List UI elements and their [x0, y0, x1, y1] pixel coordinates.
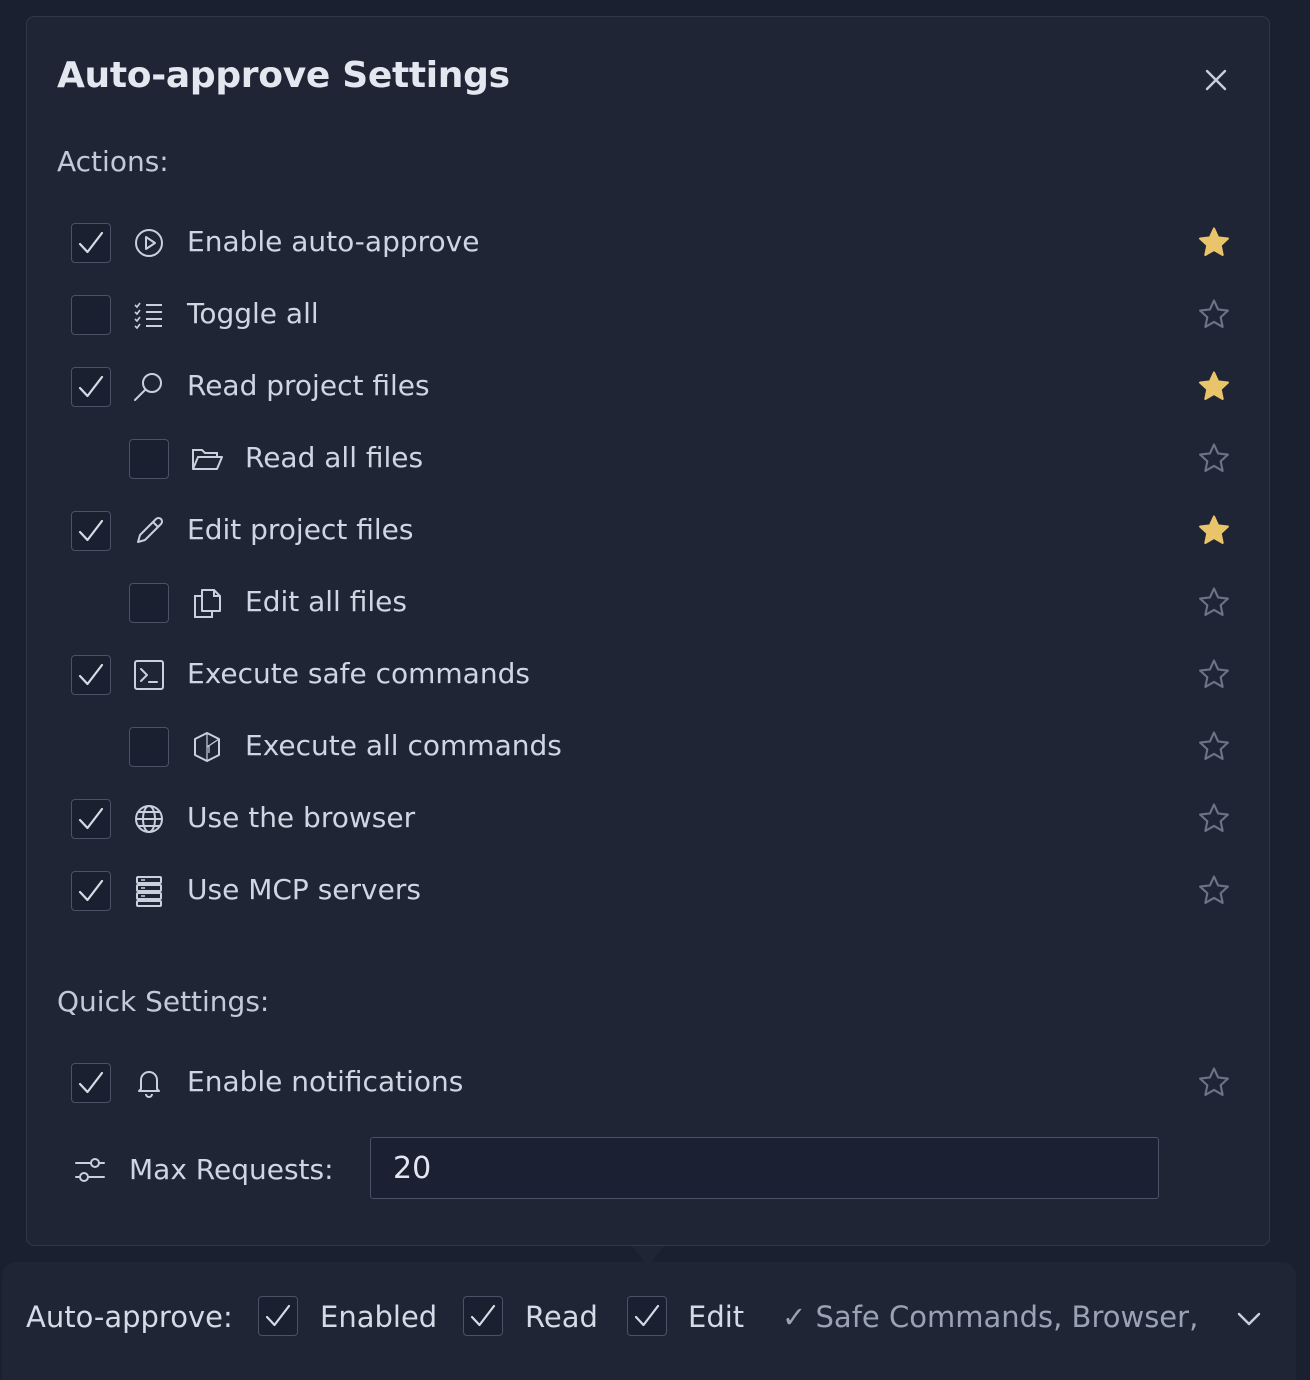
auto-approve-bar[interactable]: Auto-approve: Enabled Read Edit ✓ Safe C… [2, 1262, 1296, 1380]
globe-icon [131, 801, 167, 837]
action-label: Enable auto-approve [187, 225, 480, 258]
star-icon[interactable] [1197, 369, 1231, 403]
notifications-checkbox[interactable] [71, 1063, 111, 1103]
action-checkbox[interactable] [129, 439, 169, 479]
action-checkbox[interactable] [71, 511, 111, 551]
bash-shield-icon [189, 729, 225, 765]
action-row[interactable]: Execute all commands [27, 719, 1271, 779]
bell-icon [131, 1065, 167, 1101]
action-checkbox[interactable] [71, 871, 111, 911]
dialog-title: Auto-approve Settings [57, 55, 510, 96]
bar-summary: ✓ Safe Commands, Browser, [782, 1300, 1199, 1334]
action-label: Edit all files [245, 585, 407, 618]
action-row[interactable]: Use MCP servers [27, 863, 1271, 923]
action-label: Read project files [187, 369, 430, 402]
star-icon[interactable] [1197, 1065, 1231, 1099]
action-label: Toggle all [187, 297, 319, 330]
star-icon[interactable] [1197, 513, 1231, 547]
play-circle-icon [131, 225, 167, 261]
action-label: Edit project files [187, 513, 414, 546]
bar-enabled-checkbox[interactable] [258, 1296, 298, 1336]
max-requests-label: Max Requests: [129, 1153, 334, 1186]
pencil-icon [131, 513, 167, 549]
star-icon[interactable] [1197, 225, 1231, 259]
star-icon[interactable] [1197, 729, 1231, 763]
action-checkbox[interactable] [71, 223, 111, 263]
actions-heading: Actions: [57, 145, 169, 178]
folder-open-icon [189, 441, 225, 477]
star-icon[interactable] [1197, 801, 1231, 835]
action-row[interactable]: Read all files [27, 431, 1271, 491]
action-row[interactable]: Use the browser [27, 791, 1271, 851]
action-row[interactable]: Enable auto-approve [27, 215, 1271, 275]
action-checkbox[interactable] [71, 367, 111, 407]
notifications-label: Enable notifications [187, 1065, 464, 1098]
action-checkbox[interactable] [71, 799, 111, 839]
action-label: Use MCP servers [187, 873, 421, 906]
bar-read-checkbox[interactable] [463, 1296, 503, 1336]
action-label: Execute all commands [245, 729, 562, 762]
max-requests-input[interactable] [370, 1137, 1159, 1199]
action-checkbox[interactable] [129, 583, 169, 623]
bar-enabled-label: Enabled [320, 1300, 438, 1334]
bar-edit-checkbox[interactable] [627, 1296, 667, 1336]
search-icon [131, 369, 167, 405]
quick-setting-notifications[interactable]: Enable notifications [27, 1055, 1271, 1115]
quick-settings-heading: Quick Settings: [57, 985, 270, 1018]
star-icon[interactable] [1197, 441, 1231, 475]
bar-read-label: Read [525, 1300, 598, 1334]
action-row[interactable]: Toggle all [27, 287, 1271, 347]
action-row[interactable]: Edit all files [27, 575, 1271, 635]
action-checkbox[interactable] [71, 295, 111, 335]
server-icon [131, 873, 167, 909]
action-row[interactable]: Read project files [27, 359, 1271, 419]
action-checkbox[interactable] [129, 727, 169, 767]
bar-edit-label: Edit [688, 1300, 745, 1334]
bar-label: Auto-approve: [26, 1300, 233, 1334]
copy-files-icon [189, 585, 225, 621]
star-icon[interactable] [1197, 585, 1231, 619]
sliders-icon [73, 1153, 107, 1187]
close-icon[interactable] [1199, 63, 1233, 97]
action-label: Use the browser [187, 801, 416, 834]
star-icon[interactable] [1197, 657, 1231, 691]
terminal-icon [131, 657, 167, 693]
action-label: Read all files [245, 441, 424, 474]
action-row[interactable]: Edit project files [27, 503, 1271, 563]
action-label: Execute safe commands [187, 657, 530, 690]
auto-approve-settings-dialog: Auto-approve Settings Actions: Enable au… [26, 16, 1270, 1246]
action-row[interactable]: Execute safe commands [27, 647, 1271, 707]
star-icon[interactable] [1197, 297, 1231, 331]
star-icon[interactable] [1197, 873, 1231, 907]
chevron-down-icon[interactable] [1232, 1302, 1266, 1336]
checklist-icon [131, 297, 167, 333]
action-checkbox[interactable] [71, 655, 111, 695]
